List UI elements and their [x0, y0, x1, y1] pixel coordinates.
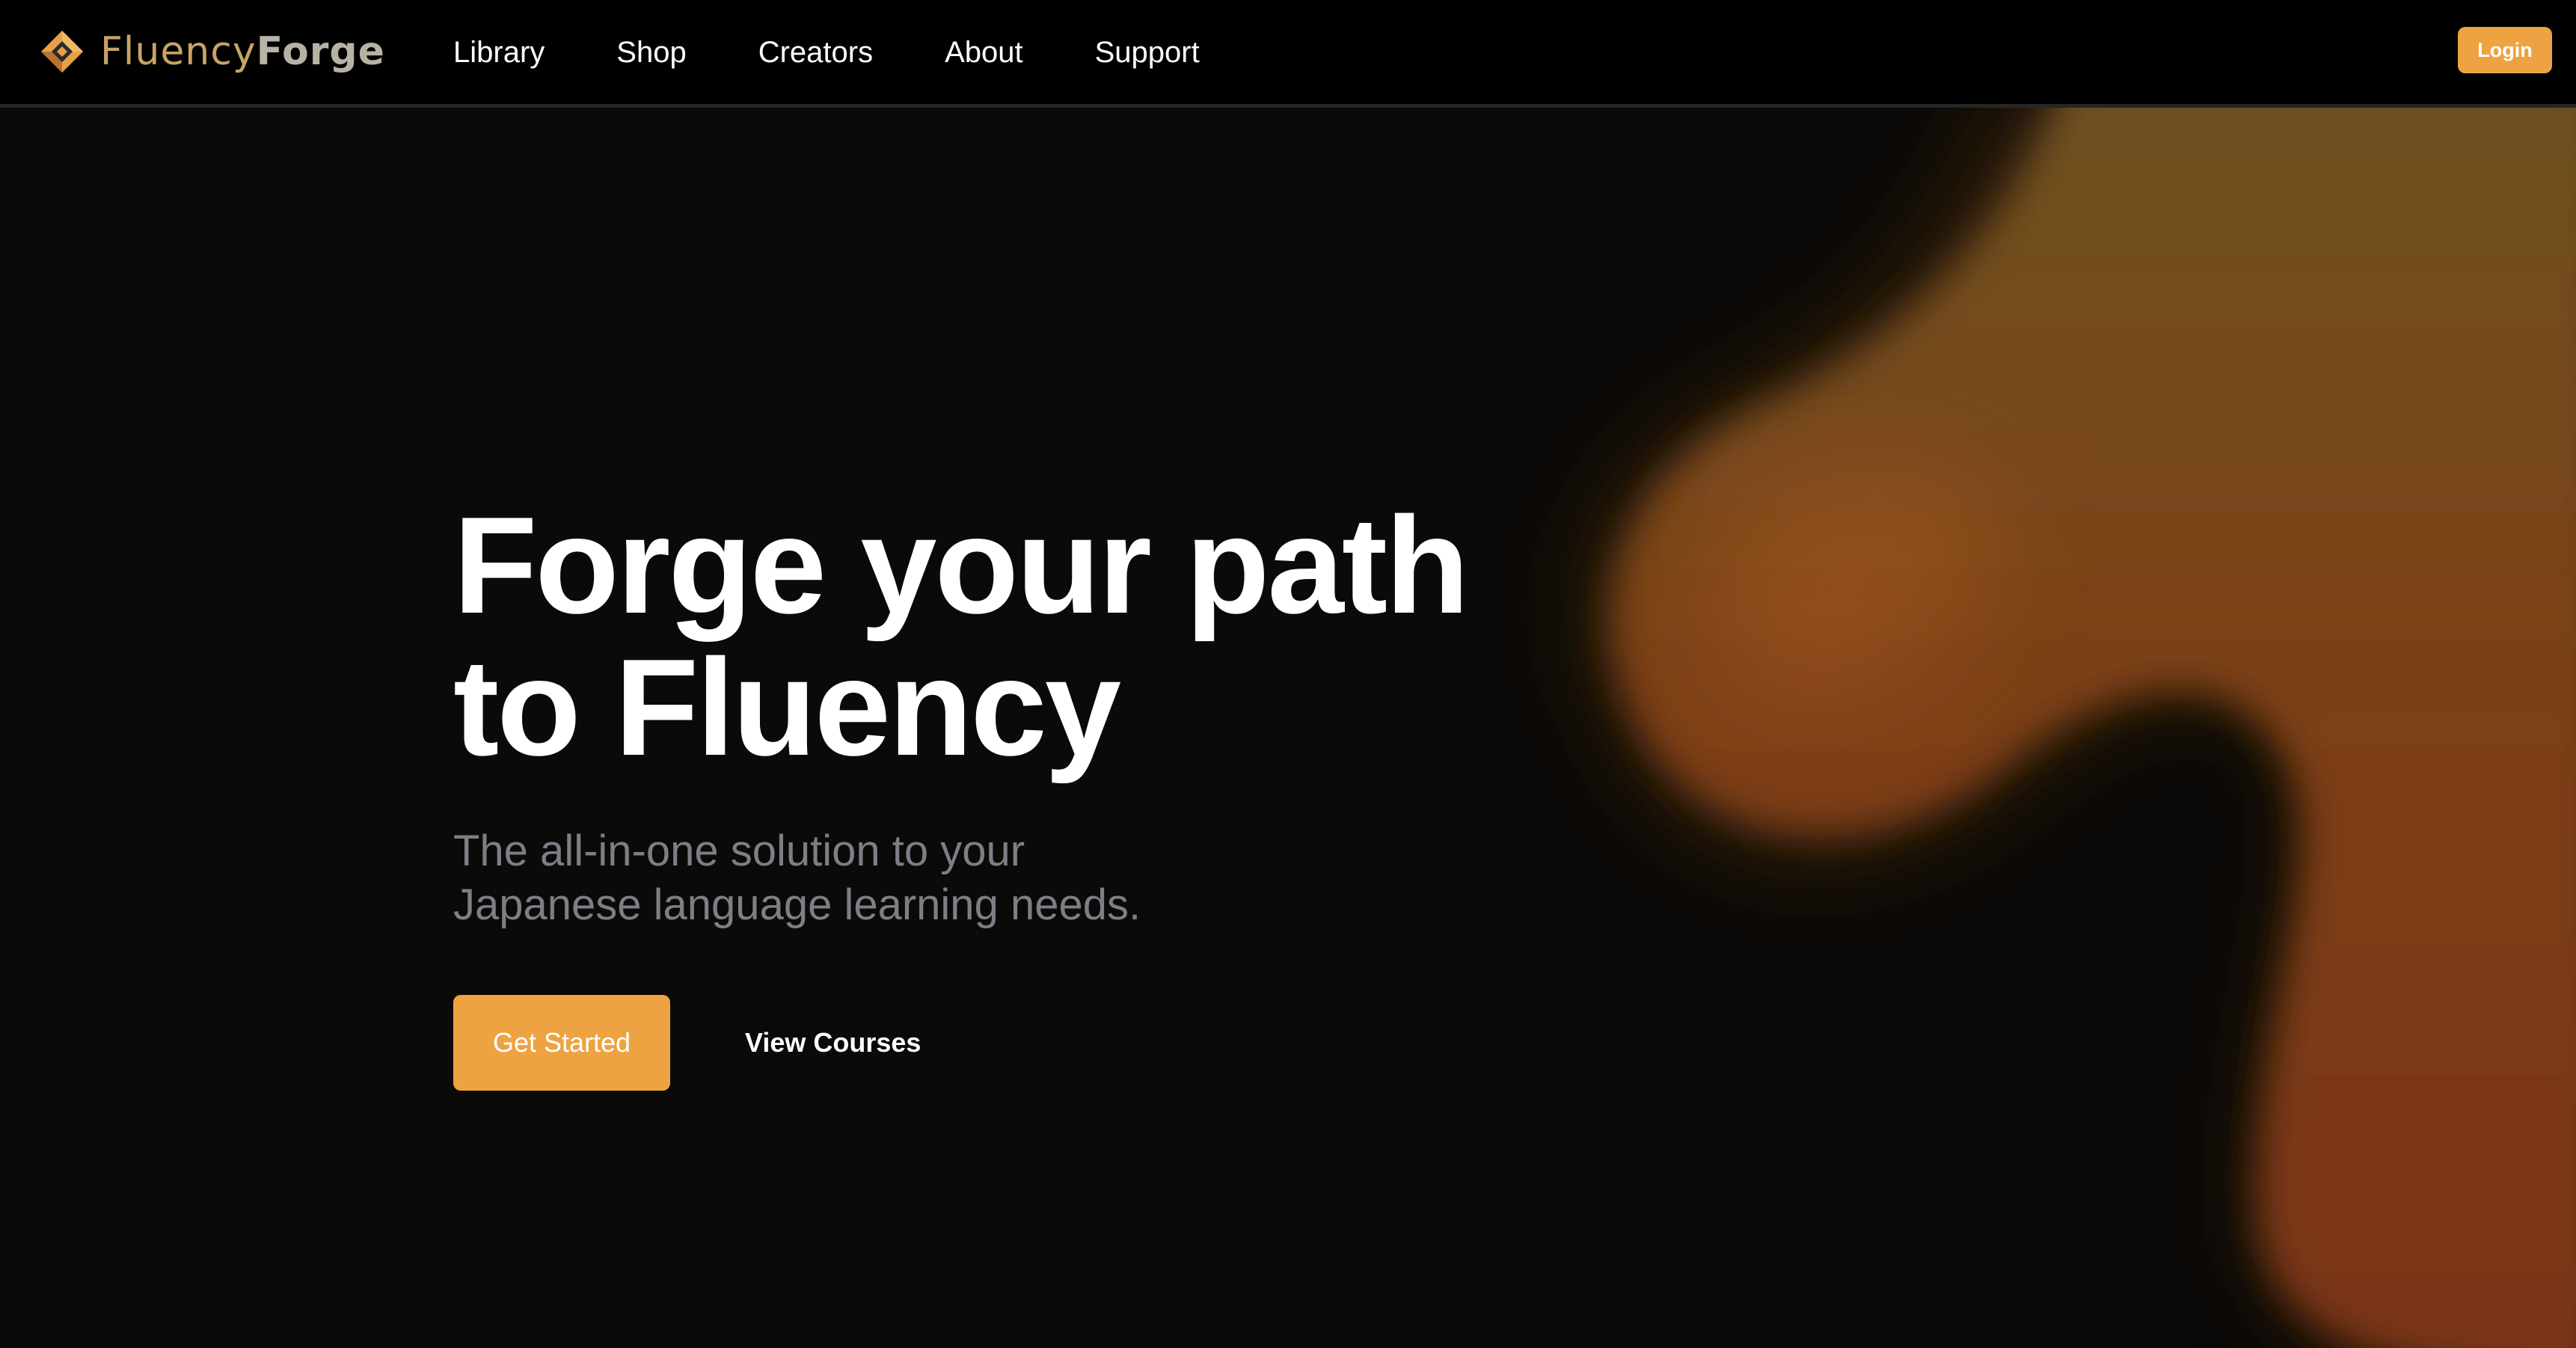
brand-name-part2: Forge [256, 29, 385, 74]
cta-row: Get Started View Courses [453, 995, 1467, 1091]
brand-name-part1: Fluency [100, 29, 257, 74]
nav-link-about[interactable]: About [945, 36, 1023, 70]
brand-name: FluencyForge [100, 29, 385, 74]
hero-title: Forge your path to Fluency [453, 494, 1469, 778]
nav-link-creators[interactable]: Creators [758, 36, 873, 70]
hero-subtitle: The all-in-one solution to your Japanese… [453, 824, 1467, 932]
nav-link-support[interactable]: Support [1095, 36, 1200, 70]
brand-logo[interactable]: FluencyForge [39, 25, 385, 78]
top-navbar: FluencyForge Library Shop Creators About… [0, 0, 2576, 108]
hero-subtitle-line1: The all-in-one solution to your [453, 827, 1025, 875]
hero-title-line1: Forge your path [453, 488, 1469, 642]
diamond-logo-icon [41, 31, 83, 73]
view-courses-link[interactable]: View Courses [745, 1027, 921, 1059]
login-button[interactable]: Login [2458, 27, 2552, 73]
nav-links: Library Shop Creators About Support [453, 30, 1272, 75]
landing-page: FluencyForge Library Shop Creators About… [0, 0, 2576, 1348]
get-started-button[interactable]: Get Started [453, 995, 670, 1091]
hero-title-line2: to Fluency [453, 630, 1121, 784]
hero-subtitle-line2: Japanese language learning needs. [453, 880, 1141, 929]
nav-link-shop[interactable]: Shop [616, 36, 686, 70]
hero-section: Forge your path to Fluency The all-in-on… [453, 494, 1469, 1091]
nav-link-library[interactable]: Library [453, 36, 545, 70]
